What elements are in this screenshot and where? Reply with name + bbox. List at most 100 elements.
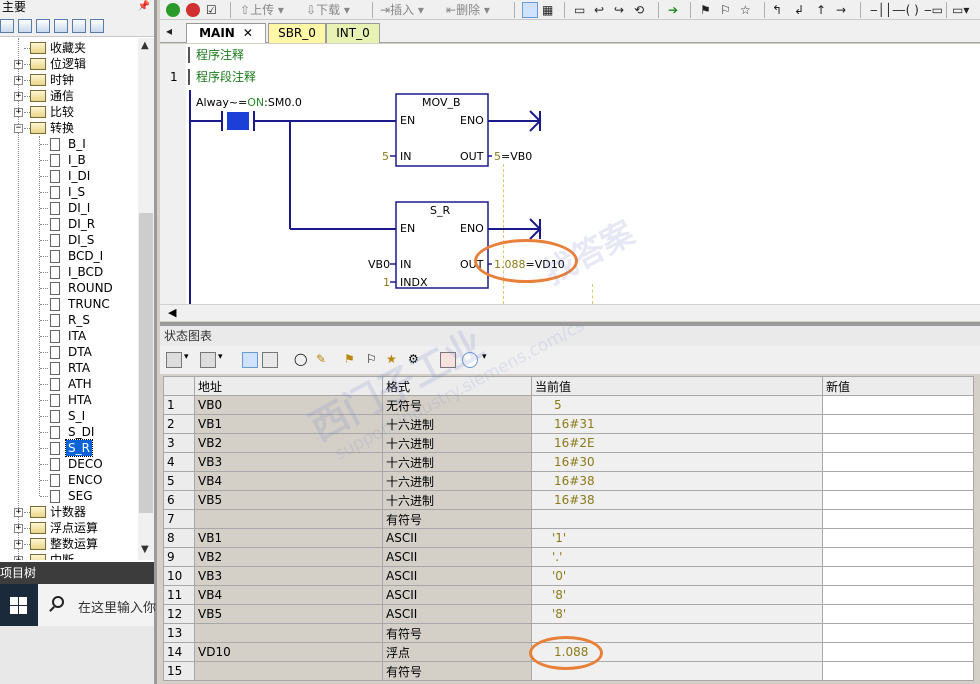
tree-folder[interactable]: − 转换	[0, 120, 138, 136]
insert-button[interactable]: ⇥插入 ▾	[380, 2, 424, 18]
pin-icon[interactable]: 📌	[138, 0, 150, 14]
format-cell[interactable]: ASCII	[382, 566, 532, 586]
format-cell[interactable]: 有符号	[382, 661, 532, 681]
address-cell[interactable]	[194, 661, 383, 681]
expand-icon[interactable]: +	[14, 76, 23, 85]
format-cell[interactable]: 浮点	[382, 642, 532, 662]
view-icon[interactable]	[0, 18, 14, 33]
tree-folder[interactable]: + 中断	[0, 552, 138, 560]
glasses-icon[interactable]: ◯	[294, 352, 310, 368]
pencil-icon[interactable]: ✎	[316, 352, 332, 368]
table-row[interactable]: 4 VB3 十六进制 16#30	[163, 452, 974, 472]
collapse-icon[interactable]: −	[14, 124, 23, 133]
upload-button[interactable]: ⇧上传 ▾	[240, 2, 284, 18]
tree-view-icon[interactable]	[90, 18, 104, 33]
tree-item[interactable]: RTA	[0, 360, 138, 376]
column-header-current-value[interactable]: 当前值	[531, 376, 823, 396]
format-cell[interactable]: ASCII	[382, 604, 532, 624]
pause-monitor-icon[interactable]: ▦	[542, 2, 553, 18]
lock-icon[interactable]: ⚑	[700, 2, 711, 18]
editor-hscrollbar[interactable]: ◀	[160, 304, 980, 321]
tree-item[interactable]: HTA	[0, 392, 138, 408]
tree-folder[interactable]: + 计数器	[0, 504, 138, 520]
tree-item[interactable]: R_S	[0, 312, 138, 328]
line-up-icon[interactable]: ↑	[816, 2, 826, 18]
table-row[interactable]: 10 VB3 ASCII '0'	[163, 566, 974, 586]
page-icon[interactable]	[54, 18, 68, 33]
forward-icon[interactable]: ↪	[614, 2, 624, 18]
project-tree-bar[interactable]: 项目树	[0, 562, 154, 584]
bookmark-icon[interactable]: ☆	[740, 2, 751, 18]
run-icon[interactable]	[166, 3, 180, 17]
new-value-cell[interactable]	[822, 661, 974, 681]
expand-icon[interactable]: +	[14, 524, 23, 533]
tree-item[interactable]: I_DI	[0, 168, 138, 184]
new-value-cell[interactable]	[822, 528, 974, 548]
expand-icon[interactable]: +	[14, 108, 23, 117]
branch-down-icon[interactable]: ↲	[794, 2, 804, 18]
format-cell[interactable]: 十六进制	[382, 471, 532, 491]
address-cell[interactable]: VB5	[194, 604, 383, 624]
expand-icon[interactable]: +	[14, 556, 23, 560]
stop-icon[interactable]	[186, 3, 200, 17]
goto-icon[interactable]: ➔	[668, 2, 678, 18]
undo-icon[interactable]: ⟲	[634, 2, 644, 18]
table-row[interactable]: 7 有符号	[163, 509, 974, 529]
lock-icon[interactable]: ⚑	[344, 352, 360, 368]
format-cell[interactable]: 有符号	[382, 509, 532, 529]
new-value-cell[interactable]	[822, 623, 974, 643]
add-row-icon[interactable]	[166, 352, 182, 368]
tree-item[interactable]: DTA	[0, 344, 138, 360]
address-cell[interactable]: VB4	[194, 585, 383, 605]
table-row[interactable]: 8 VB1 ASCII '1'	[163, 528, 974, 548]
format-cell[interactable]: 十六进制	[382, 433, 532, 453]
tree-item[interactable]: I_BCD	[0, 264, 138, 280]
tree-folder[interactable]: + 位逻辑	[0, 56, 138, 72]
back-icon[interactable]: ↩	[594, 2, 604, 18]
tree-item[interactable]: SEG	[0, 488, 138, 504]
table-row[interactable]: 6 VB5 十六进制 16#38	[163, 490, 974, 510]
format-cell[interactable]: 十六进制	[382, 490, 532, 510]
table-row[interactable]: 1 VB0 无符号 5	[163, 395, 974, 415]
document-icon[interactable]	[36, 18, 50, 33]
scroll-up-icon[interactable]: ▲	[141, 40, 149, 51]
unlock-icon[interactable]: ⚐	[720, 2, 731, 18]
new-value-cell[interactable]	[822, 642, 974, 662]
address-cell[interactable]: VD10	[194, 642, 383, 662]
box-icon[interactable]: ‒▭	[924, 2, 943, 18]
frame-icon[interactable]: ▭	[574, 2, 585, 18]
address-cell[interactable]	[194, 509, 383, 529]
format-cell[interactable]: ASCII	[382, 585, 532, 605]
new-value-cell[interactable]	[822, 452, 974, 472]
close-icon[interactable]: ✕	[243, 26, 253, 40]
dropdown-arrow-icon[interactable]: ▾	[218, 352, 234, 368]
address-cell[interactable]	[194, 623, 383, 643]
tree-item[interactable]: I_S	[0, 184, 138, 200]
table-row[interactable]: 2 VB1 十六进制 16#31	[163, 414, 974, 434]
tab-main[interactable]: MAIN ✕	[186, 23, 266, 43]
tree-item[interactable]: S_I	[0, 408, 138, 424]
address-cell[interactable]: VB1	[194, 528, 383, 548]
branch-up-icon[interactable]: ↰	[772, 2, 782, 18]
new-value-cell[interactable]	[822, 509, 974, 529]
download-button[interactable]: ⇩下载 ▾	[306, 2, 350, 18]
tree-item[interactable]: DI_R	[0, 216, 138, 232]
tree-item[interactable]: I_B	[0, 152, 138, 168]
tab-scroll-left-icon[interactable]: ◂	[166, 23, 172, 39]
tree-folder[interactable]: 收藏夹	[0, 40, 138, 56]
expand-icon[interactable]: +	[14, 60, 23, 69]
tree-item[interactable]: DECO	[0, 456, 138, 472]
scroll-left-icon[interactable]: ◀	[168, 305, 176, 321]
delete-row-icon[interactable]	[200, 352, 216, 368]
line-right-icon[interactable]: →	[836, 2, 846, 18]
tree-folder[interactable]: + 时钟	[0, 72, 138, 88]
format-cell[interactable]: 有符号	[382, 623, 532, 643]
grid-view-icon[interactable]	[18, 18, 32, 33]
table-row[interactable]: 9 VB2 ASCII '.'	[163, 547, 974, 567]
new-value-cell[interactable]	[822, 490, 974, 510]
table-row[interactable]: 12 VB5 ASCII '8'	[163, 604, 974, 624]
tree-item[interactable]: ITA	[0, 328, 138, 344]
tree-item[interactable]: TRUNC	[0, 296, 138, 312]
new-value-cell[interactable]	[822, 471, 974, 491]
tree-item[interactable]: B_I	[0, 136, 138, 152]
